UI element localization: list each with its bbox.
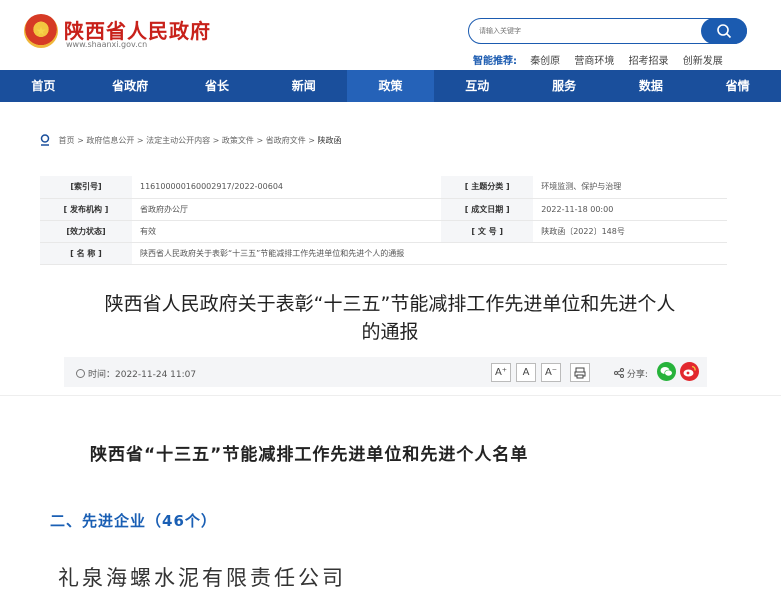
breadcrumb-current: 陕政函 bbox=[317, 136, 342, 145]
breadcrumb-path[interactable]: 首页 > 政府信息公开 > 法定主动公开内容 > 政策文件 > 省政府文件 > bbox=[59, 136, 318, 145]
index-value: 116100000160002917/2022-00604 bbox=[132, 176, 442, 199]
location-pin-icon bbox=[40, 134, 50, 146]
weibo-icon bbox=[683, 365, 696, 377]
topic-label: [ 主题分类 ] bbox=[441, 176, 534, 199]
nav-item-policy[interactable]: 政策 bbox=[347, 70, 434, 102]
share: 分享: bbox=[614, 367, 648, 380]
topic-value: 环境监测、保护与治理 bbox=[533, 176, 727, 199]
document-info-table: [索引号] 116100000160002917/2022-00604 [ 主题… bbox=[40, 176, 727, 265]
site-url: www.shaanxi.gov.cn bbox=[66, 40, 148, 49]
document-title: 陕西省人民政府关于表彰“十三五”节能减排工作先进单位和先进个人 的通报 bbox=[80, 290, 700, 346]
company-name: 礼泉海螺水泥有限责任公司 bbox=[58, 566, 346, 590]
org-value: 省政府办公厅 bbox=[132, 198, 442, 221]
publish-time: 时间：2022-11-24 11:07 bbox=[76, 367, 196, 380]
nav-item-home[interactable]: 首页 bbox=[0, 70, 87, 102]
org-label: [ 发布机构 ] bbox=[40, 198, 132, 221]
nav-item-governor[interactable]: 省长 bbox=[174, 70, 261, 102]
clock-icon bbox=[76, 369, 85, 378]
nav-item-government[interactable]: 省政府 bbox=[87, 70, 174, 102]
share-icon bbox=[614, 368, 624, 378]
name-label: [ 名 称 ] bbox=[40, 242, 132, 265]
article-toolbar: 时间：2022-11-24 11:07 A⁺ A A⁻ 分享: bbox=[64, 357, 707, 387]
print-button[interactable] bbox=[570, 363, 590, 382]
docno-value: 陕政函〔2022〕148号 bbox=[533, 220, 727, 243]
status-value: 有效 bbox=[132, 220, 442, 243]
search-button[interactable] bbox=[701, 18, 747, 44]
date-value: 2022-11-18 00:00 bbox=[533, 198, 727, 221]
share-label: 分享: bbox=[626, 370, 648, 380]
recommend-link[interactable]: 创新发展 bbox=[683, 56, 723, 67]
recommend-link[interactable]: 秦创原 bbox=[530, 56, 560, 67]
document-title-line: 的通报 bbox=[361, 321, 419, 343]
search-box bbox=[468, 18, 747, 44]
name-value: 陕西省人民政府关于表彰“十三五”节能减排工作先进单位和先进个人的通报 bbox=[132, 242, 727, 265]
wechat-share-button[interactable] bbox=[657, 362, 676, 381]
search-icon bbox=[717, 24, 732, 39]
site-header: ★ 陕西省人民政府 www.shaanxi.gov.cn 智能推荐: 秦创原 营… bbox=[0, 0, 781, 70]
weibo-share-button[interactable] bbox=[680, 362, 699, 381]
nav-item-news[interactable]: 新闻 bbox=[260, 70, 347, 102]
recommend-label: 智能推荐: bbox=[473, 56, 517, 67]
breadcrumb: 首页 > 政府信息公开 > 法定主动公开内容 > 政策文件 > 省政府文件 > … bbox=[40, 134, 342, 146]
nav-item-province-info[interactable]: 省情 bbox=[694, 70, 781, 102]
nav-item-service[interactable]: 服务 bbox=[521, 70, 608, 102]
index-label: [索引号] bbox=[40, 176, 132, 199]
search-input[interactable] bbox=[479, 24, 679, 38]
list-title: 陕西省“十三五”节能减排工作先进单位和先进个人名单 bbox=[90, 445, 529, 465]
table-row: [索引号] 116100000160002917/2022-00604 [ 主题… bbox=[40, 176, 727, 199]
recommend-link[interactable]: 营商环境 bbox=[574, 56, 614, 67]
table-row: [ 名 称 ] 陕西省人民政府关于表彰“十三五”节能减排工作先进单位和先进个人的… bbox=[40, 242, 727, 265]
divider bbox=[0, 395, 781, 396]
nav-item-data[interactable]: 数据 bbox=[607, 70, 694, 102]
print-icon bbox=[574, 367, 586, 379]
date-label: [ 成文日期 ] bbox=[441, 198, 534, 221]
nav-item-interaction[interactable]: 互动 bbox=[434, 70, 521, 102]
recommend-link[interactable]: 招考招录 bbox=[629, 56, 669, 67]
font-medium-button[interactable]: A bbox=[516, 363, 536, 382]
publish-time-text: 时间：2022-11-24 11:07 bbox=[88, 370, 197, 380]
font-small-button[interactable]: A⁻ bbox=[541, 363, 561, 382]
section-title: 二、先进企业（46个） bbox=[50, 512, 217, 530]
wechat-icon bbox=[660, 367, 673, 377]
table-row: [效力状态] 有效 [ 文 号 ] 陕政函〔2022〕148号 bbox=[40, 220, 727, 243]
document-title-line: 陕西省人民政府关于表彰“十三五”节能减排工作先进单位和先进个人 bbox=[104, 293, 676, 315]
main-nav: 首页 省政府 省长 新闻 政策 互动 服务 数据 省情 bbox=[0, 70, 781, 102]
smart-recommend: 智能推荐: 秦创原 营商环境 招考招录 创新发展 bbox=[473, 52, 734, 67]
table-row: [ 发布机构 ] 省政府办公厅 [ 成文日期 ] 2022-11-18 00:0… bbox=[40, 198, 727, 221]
docno-label: [ 文 号 ] bbox=[441, 220, 534, 243]
font-large-button[interactable]: A⁺ bbox=[491, 363, 511, 382]
emblem-star-icon: ★ bbox=[35, 24, 47, 38]
status-label: [效力状态] bbox=[40, 220, 132, 243]
